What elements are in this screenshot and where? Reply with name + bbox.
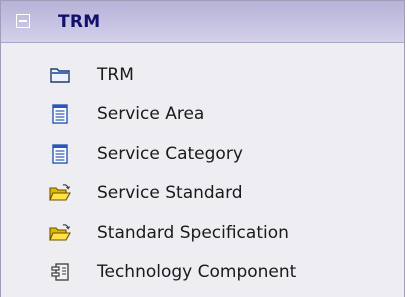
- document-icon: [52, 104, 68, 124]
- minus-icon: [19, 20, 27, 22]
- toolbox-item-label: Service Area: [97, 104, 205, 124]
- group-title: TRM: [58, 12, 101, 32]
- toolbox-item-label: Service Standard: [97, 183, 243, 203]
- document-icon: [52, 144, 68, 164]
- collapse-button[interactable]: [16, 14, 30, 28]
- component-icon: [51, 263, 69, 281]
- toolbox-item-technology-component[interactable]: Technology Component: [43, 256, 383, 288]
- toolbox-item-service-category[interactable]: Service Category: [43, 138, 383, 170]
- toolbox-item-label: Standard Specification: [97, 223, 289, 243]
- toolbox-item-label: Service Category: [97, 144, 243, 164]
- toolbox-item-standard-specification[interactable]: Standard Specification: [43, 217, 383, 249]
- open-folder-icon: [49, 184, 71, 201]
- toolbox-item-label: TRM: [97, 65, 134, 85]
- package-icon: [50, 68, 70, 83]
- toolbox-item-label: Technology Component: [97, 262, 297, 282]
- toolbox-item-service-area[interactable]: Service Area: [43, 98, 383, 130]
- trm-group-header[interactable]: TRM: [1, 1, 404, 43]
- open-folder-icon: [49, 224, 71, 241]
- toolbox-panel: TRM TRM Service Area Service Category Se…: [0, 0, 405, 297]
- toolbox-item-trm[interactable]: TRM: [43, 59, 383, 91]
- toolbox-item-service-standard[interactable]: Service Standard: [43, 177, 383, 209]
